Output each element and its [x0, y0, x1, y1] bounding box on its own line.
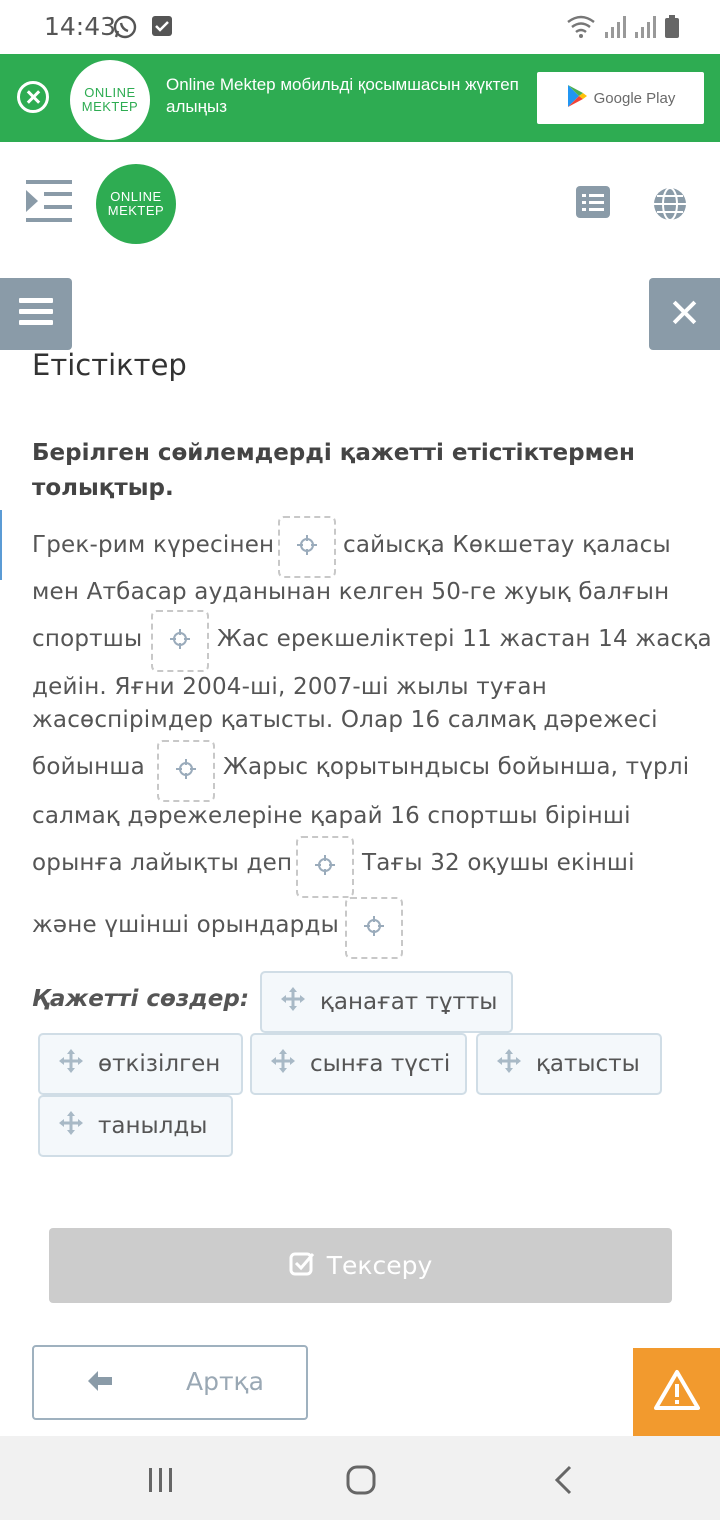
check-button[interactable]: Тексеру [49, 1228, 672, 1303]
word-chip[interactable]: танылды [38, 1095, 233, 1157]
exercise-text: спортшы [32, 626, 143, 652]
close-x-icon: ✕ [667, 291, 702, 337]
exercise-text: дейін. Яғни 2004-ші, 2007-ші жылы туған [32, 674, 547, 700]
exercise-text: мен Атбасар ауданынан келген 50-ге жуық … [32, 579, 670, 605]
left-accent-mark [0, 510, 2, 580]
word-chip-label: қанағат тұтты [320, 989, 498, 1015]
header-logo-bottom: MEKTEP [107, 203, 165, 218]
list-icon[interactable] [576, 186, 610, 222]
page-title: Етістіктер [32, 348, 187, 382]
recent-apps-icon[interactable] [147, 1466, 175, 1498]
word-bank-label: Қажетті сөздер: [32, 986, 250, 1012]
banner-logo: ONLINE MEKTEP [70, 60, 150, 140]
close-button[interactable]: ✕ [649, 278, 720, 350]
menu-indent-icon[interactable] [26, 180, 72, 226]
google-play-button[interactable]: Google Play [537, 72, 704, 124]
word-chip-label: өткізілген [98, 1051, 221, 1077]
exercise-text: орынға лайықты деп [32, 850, 293, 876]
target-icon [363, 915, 385, 941]
check-button-label: Тексеру [326, 1251, 433, 1280]
whatsapp-icon [112, 14, 138, 44]
drop-slot-1[interactable] [278, 516, 336, 578]
move-icon [280, 986, 306, 1018]
system-navigation-bar [0, 1436, 720, 1520]
banner-close-icon[interactable] [17, 81, 49, 113]
exercise-text: жасөспірімдер қатысты. Олар 16 салмақ дә… [32, 707, 658, 733]
back-nav-icon[interactable] [552, 1464, 576, 1500]
banner-text: Online Mektep мобильді қосымшасын жүктеп… [166, 75, 519, 116]
target-icon [175, 758, 197, 784]
header-logo-top: ONLINE [110, 189, 162, 204]
drop-slot-5[interactable] [345, 897, 403, 959]
hamburger-icon [19, 298, 53, 330]
exercise-text: бойынша [32, 754, 145, 780]
app-download-banner: ONLINE MEKTEP Online Mektep мобильді қос… [0, 54, 720, 142]
drop-slot-2[interactable] [151, 610, 209, 672]
instruction-text: Берілген сөйлемдерді қажетті етістіктерм… [32, 440, 635, 501]
exercise-text: Грек-рим күресінен [32, 532, 275, 558]
header-logo[interactable]: ONLINE MEKTEP [96, 164, 176, 244]
banner-logo-top: ONLINE [84, 85, 136, 100]
arrow-left-icon [86, 1367, 114, 1399]
signal-icon-2 [634, 14, 656, 44]
target-icon [314, 854, 336, 880]
move-icon [58, 1048, 84, 1080]
word-chip[interactable]: қанағат тұтты [260, 971, 513, 1033]
back-button[interactable]: Артқа [32, 1345, 308, 1420]
word-chip[interactable]: қатысты [476, 1033, 662, 1095]
exercise-text: және үшінші орындарды [32, 912, 339, 938]
status-time: 14:43 [44, 12, 117, 41]
target-icon [169, 628, 191, 654]
wifi-icon [566, 14, 596, 44]
exercise-text: сайысқа Көкшетау қаласы [343, 532, 671, 558]
word-chip-label: қатысты [536, 1051, 640, 1077]
move-icon [58, 1110, 84, 1142]
home-icon[interactable] [345, 1464, 377, 1500]
target-icon [296, 534, 318, 560]
exercise-text: Жас ерекшеліктері 11 жастан 14 жасқа [217, 626, 712, 652]
battery-icon [664, 14, 680, 44]
checkbox-notification-icon [150, 14, 174, 44]
banner-logo-bottom: MEKTEP [81, 99, 139, 114]
signal-icon [604, 14, 626, 44]
move-icon [270, 1048, 296, 1080]
exercise-text: салмақ дәрежелеріне қарай 16 спортшы бір… [32, 803, 631, 829]
word-chip[interactable]: сынға түсті [250, 1033, 467, 1095]
side-menu-button[interactable] [0, 278, 72, 350]
word-chip-label: танылды [98, 1113, 208, 1139]
drop-slot-4[interactable] [296, 836, 354, 898]
word-chip[interactable]: өткізілген [38, 1033, 243, 1095]
globe-icon[interactable] [652, 186, 688, 226]
exercise-text: Жарыс қорытындысы бойынша, түрлі [223, 754, 690, 780]
drop-slot-3[interactable] [157, 740, 215, 802]
exercise-text: Тағы 32 оқушы екінші [362, 850, 635, 876]
site-header: ONLINE MEKTEP [0, 142, 720, 270]
move-icon [496, 1048, 522, 1080]
google-play-label: Google Play [593, 89, 676, 107]
warning-icon [653, 1369, 700, 1415]
checkbox-icon [289, 1250, 315, 1282]
word-chip-label: сынға түсті [310, 1051, 451, 1077]
status-bar: 14:43 [0, 0, 720, 54]
back-button-label: Артқа [186, 1367, 264, 1396]
report-warning-button[interactable] [633, 1348, 720, 1436]
google-play-icon [566, 84, 588, 112]
